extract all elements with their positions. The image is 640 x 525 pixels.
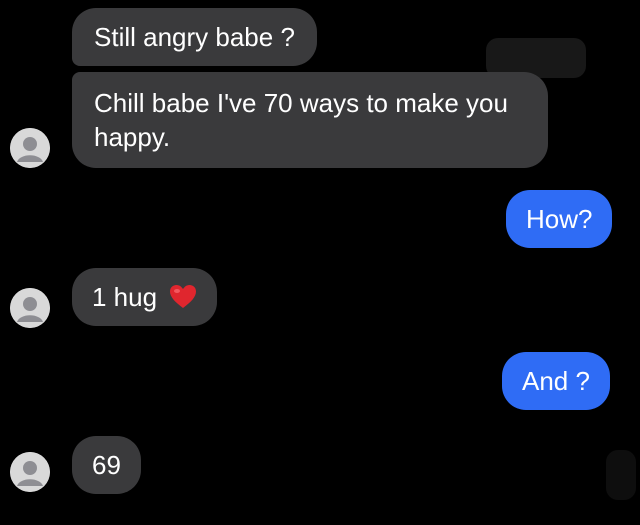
message-text: And ?	[522, 366, 590, 396]
red-heart-icon	[169, 284, 197, 310]
message-bubble-incoming[interactable]: Still angry babe ?	[72, 8, 317, 66]
message-bubble-outgoing[interactable]: How?	[506, 190, 613, 248]
message-bubble-incoming[interactable]: Chill babe I've 70 ways to make you happ…	[72, 72, 548, 168]
message-text: 1 hug	[92, 282, 158, 312]
message-text: Chill babe I've 70 ways to make you happ…	[94, 88, 508, 152]
message-bubble-outgoing[interactable]: And ?	[502, 352, 610, 410]
message-bubble-incoming[interactable]: 69	[72, 436, 141, 494]
contact-avatar-icon[interactable]	[10, 452, 50, 492]
message-bubble-incoming[interactable]: 1 hug	[72, 268, 218, 326]
message-text: 69	[92, 450, 121, 480]
contact-avatar-icon[interactable]	[10, 128, 50, 168]
message-text: How?	[526, 204, 593, 234]
contact-avatar-icon[interactable]	[10, 288, 50, 328]
message-text: Still angry babe ?	[94, 22, 295, 52]
scribble-mark	[606, 450, 636, 500]
